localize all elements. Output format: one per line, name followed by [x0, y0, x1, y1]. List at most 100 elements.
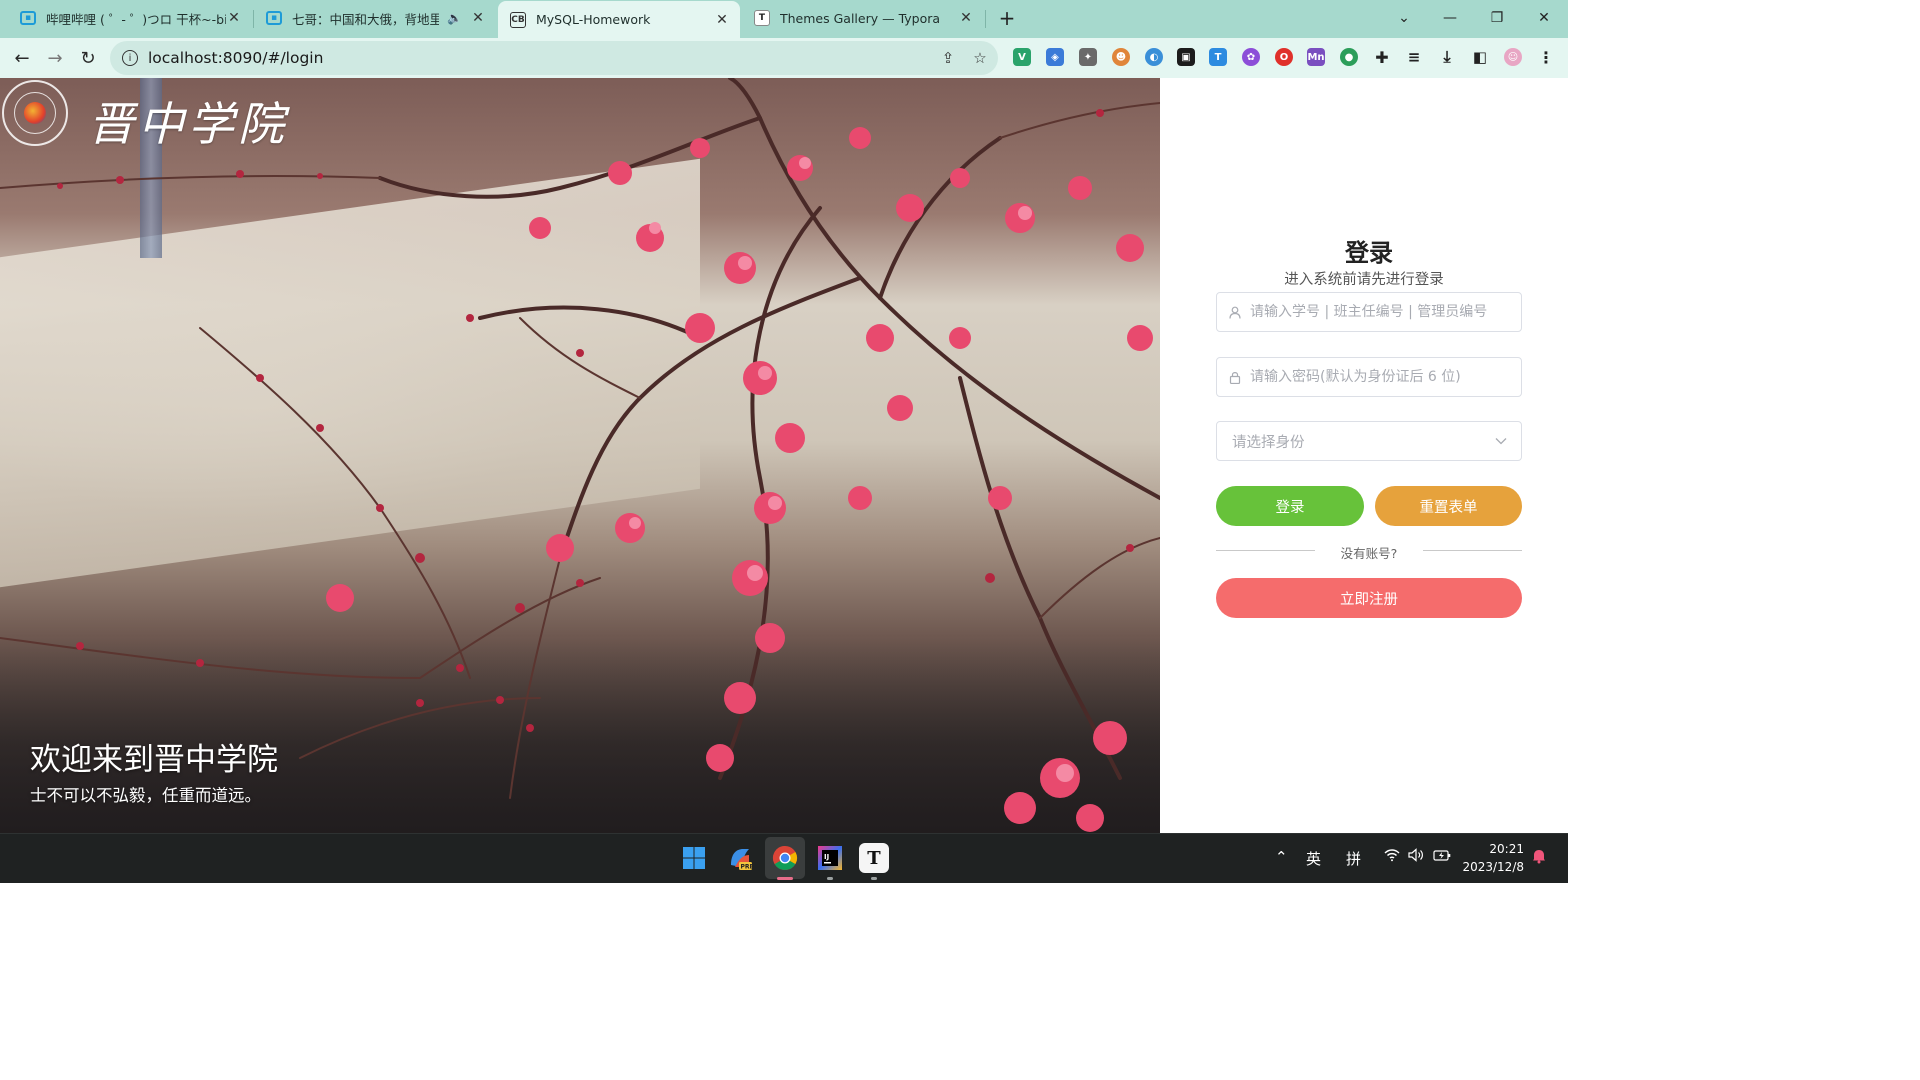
windows-start-icon[interactable]	[679, 843, 709, 873]
close-icon: ✕	[1538, 10, 1550, 26]
tab-title: 哔哩哔哩 ( ゜- ゜)つロ 干杯~-bil	[46, 11, 226, 27]
tab-typora[interactable]: T Themes Gallery — Typora ✕	[742, 0, 984, 36]
ime-mode-indicator[interactable]: 拼	[1346, 848, 1361, 869]
extensions-puzzle-icon[interactable]: ✚	[1373, 48, 1391, 67]
cube-extension-icon[interactable]: ◈	[1046, 48, 1064, 66]
plum-blossom-branches	[0, 78, 1160, 832]
clock-date[interactable]: 2023/12/8	[1462, 860, 1524, 874]
show-hidden-icons-chevron[interactable]: ⌃	[1275, 848, 1288, 866]
register-button[interactable]: 立即注册	[1216, 578, 1522, 618]
close-tab-icon[interactable]: ✕	[958, 10, 974, 26]
user-icon	[1228, 305, 1242, 319]
bookmark-star-icon[interactable]: ☆	[972, 49, 988, 67]
typora-icon: T	[754, 10, 770, 26]
chevron-down-icon	[1495, 434, 1509, 448]
edge-extension-icon[interactable]: ◐	[1145, 48, 1163, 66]
restore-button[interactable]: ❐	[1474, 0, 1520, 36]
tab-bilibili[interactable]: ▪ 哔哩哔哩 ( ゜- ゜)つロ 干杯~-bil ✕	[8, 0, 252, 36]
chrome-active-indicator	[777, 877, 793, 880]
chrome-icon[interactable]	[770, 843, 800, 873]
forward-arrow-icon: →	[47, 47, 63, 69]
password-input[interactable]	[1248, 368, 1521, 386]
volume-icon[interactable]	[1408, 848, 1424, 866]
username-field[interactable]	[1216, 292, 1522, 332]
globe-extension-icon[interactable]: ●	[1340, 48, 1358, 66]
welcome-heading: 欢迎来到晋中学院	[30, 742, 278, 777]
tab-search-button[interactable]: ⌄	[1381, 0, 1427, 36]
browser-toolbar: ← → ↻ i localhost:8090/#/login ⇪ ☆ V ◈ ✦…	[0, 38, 1568, 78]
battery-icon[interactable]	[1433, 848, 1451, 866]
page-content: 晋中学院 欢迎来到晋中学院 士不可以不弘毅，任重而道远。 登录 进入系统前请先进…	[0, 78, 1568, 833]
restore-icon: ❐	[1490, 10, 1504, 26]
close-window-button[interactable]: ✕	[1521, 0, 1567, 36]
motto-text: 士不可以不弘毅，任重而道远。	[30, 786, 261, 805]
media-control-icon[interactable]: ≡	[1405, 48, 1423, 66]
close-tab-icon[interactable]: ✕	[470, 10, 486, 26]
school-name-calligraphy: 晋中学院	[88, 97, 288, 151]
password-field[interactable]	[1216, 357, 1522, 397]
windows-taskbar: PRE IJ T ⌃ 英 拼 20:21 2023/12/8	[0, 833, 1568, 883]
site-info-icon[interactable]: i	[122, 50, 138, 66]
download-icon[interactable]: ⤓	[1438, 47, 1456, 66]
browser-tab-bar: ▪ 哔哩哔哩 ( ゜- ゜)つロ 干杯~-bil ✕ ▪ 七哥：中国和大俄，背地…	[0, 0, 1568, 38]
copilot-pre-icon[interactable]: PRE	[725, 843, 755, 873]
wifi-icon[interactable]	[1384, 848, 1400, 866]
clock-time[interactable]: 20:21	[1462, 842, 1524, 856]
cb-icon: CB	[510, 11, 526, 28]
close-tab-icon[interactable]: ✕	[714, 12, 730, 28]
chevron-down-icon: ⌄	[1398, 10, 1410, 26]
role-select-placeholder: 请选择身份	[1232, 434, 1305, 451]
opera-extension-icon[interactable]: O	[1275, 48, 1293, 66]
divider-line-left	[1216, 550, 1315, 551]
svg-text:PRE: PRE	[741, 864, 754, 871]
username-input[interactable]	[1248, 303, 1521, 321]
login-subtitle: 进入系统前请先进行登录	[1284, 272, 1444, 288]
reload-icon: ↻	[80, 47, 96, 69]
face-extension-icon[interactable]: ☻	[1112, 48, 1130, 66]
tab-title: MySQL-Homework	[536, 12, 651, 27]
typora-icon[interactable]: T	[859, 843, 889, 873]
speaker-icon[interactable]: 🔈	[447, 11, 462, 25]
intellij-running-indicator	[827, 877, 833, 880]
no-account-text: 没有账号?	[1340, 546, 1398, 561]
address-bar[interactable]: i localhost:8090/#/login ⇪ ☆	[110, 41, 998, 75]
role-select[interactable]: 请选择身份	[1216, 421, 1522, 461]
school-logo	[2, 80, 68, 146]
back-button[interactable]: ←	[8, 44, 36, 72]
notification-bell-icon[interactable]	[1532, 848, 1546, 868]
ime-language-indicator[interactable]: 英	[1306, 848, 1321, 869]
bilibili-icon: ▪	[266, 11, 282, 25]
login-title: 登录	[1345, 239, 1393, 267]
glasses-extension-icon[interactable]: ▣	[1177, 48, 1195, 66]
divider-line-right	[1423, 550, 1522, 551]
new-tab-button[interactable]: +	[985, 0, 1029, 36]
reset-form-button[interactable]: 重置表单	[1375, 486, 1522, 526]
tab-title: 七哥：中国和大俄，背地里	[292, 11, 440, 27]
share-icon[interactable]: ⇪	[940, 49, 956, 67]
minimize-icon: —	[1443, 10, 1457, 26]
profile-avatar[interactable]: ☺	[1504, 48, 1522, 66]
lock-icon	[1228, 370, 1242, 384]
mn-extension-icon[interactable]: Mn	[1307, 48, 1325, 66]
translate-extension-icon[interactable]: T	[1209, 48, 1227, 66]
svg-text:IJ: IJ	[824, 853, 829, 861]
vue-devtools-icon[interactable]: V	[1013, 48, 1031, 66]
tab-title: Themes Gallery — Typora	[780, 10, 941, 26]
side-panel-icon[interactable]: ◧	[1471, 48, 1489, 66]
menu-kebab-icon[interactable]: ⋮	[1537, 48, 1555, 67]
typora-running-indicator	[871, 877, 877, 880]
reload-button[interactable]: ↻	[74, 44, 102, 72]
login-button[interactable]: 登录	[1216, 486, 1364, 526]
intellij-icon[interactable]: IJ	[815, 843, 845, 873]
puzzle-extension-icon[interactable]: ✦	[1079, 48, 1097, 66]
minimize-button[interactable]: —	[1427, 0, 1473, 36]
forward-button[interactable]: →	[41, 44, 69, 72]
hero-image: 晋中学院 欢迎来到晋中学院 士不可以不弘毅，任重而道远。	[0, 78, 1160, 833]
url-text[interactable]: localhost:8090/#/login	[148, 49, 323, 67]
plus-icon: +	[998, 6, 1016, 30]
back-arrow-icon: ←	[14, 47, 30, 69]
brain-extension-icon[interactable]: ✿	[1242, 48, 1260, 66]
tab-mysql-homework[interactable]: CB MySQL-Homework ✕	[498, 1, 740, 38]
close-tab-icon[interactable]: ✕	[226, 10, 242, 26]
tab-video[interactable]: ▪ 七哥：中国和大俄，背地里 🔈 ✕	[254, 0, 496, 36]
